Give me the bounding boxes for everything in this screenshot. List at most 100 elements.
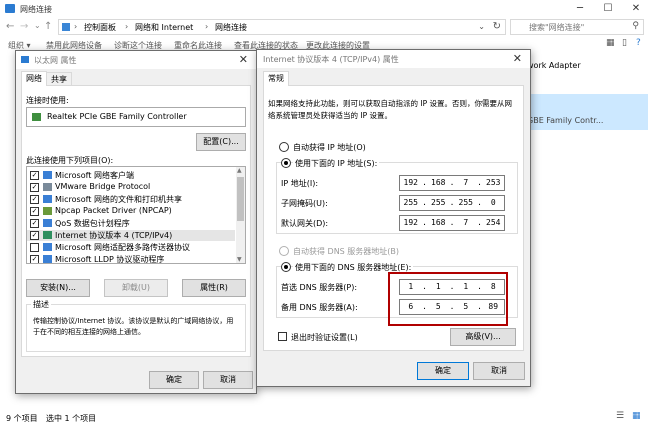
item-checkbox[interactable]: ✓ — [30, 183, 39, 192]
gateway-field[interactable]: 192. 168. 7. 254 — [399, 215, 505, 231]
preferred-dns-label: 首选 DNS 服务器(P): — [281, 283, 358, 292]
scroll-down-icon[interactable]: ▼ — [237, 256, 242, 263]
network-component-icon — [43, 207, 52, 215]
item-checkbox[interactable]: ✓ — [30, 231, 39, 240]
tiles-view-icon[interactable]: ▦ — [632, 411, 641, 421]
view-options-icon[interactable]: ▦ — [606, 38, 615, 48]
network-adapter-label[interactable]: work Adapter — [527, 61, 581, 70]
ip-octet-3: 7 — [463, 178, 469, 187]
selected-adapter-label: GBE Family Contr... — [527, 116, 604, 125]
breadcrumb-control-panel[interactable]: 控制面板 — [84, 22, 116, 33]
list-item[interactable]: ✓ Npcap Packet Driver (NPCAP) — [27, 206, 235, 217]
ip-address-field[interactable]: 192. 168. 7. 253 — [399, 175, 505, 191]
gateway-octet-2: 168 — [431, 218, 446, 227]
ipv4-dialog-titlebar: Internet 协议版本 4 (TCP/IPv4) 属性 ✕ — [257, 50, 530, 68]
back-arrow-icon[interactable]: ← — [6, 21, 14, 32]
up-arrow-icon[interactable]: ↑ — [44, 21, 52, 32]
address-row: ← → ⌄ ↑ › 控制面板 › 网络和 Internet › 网络连接 ⌄ ↻… — [0, 18, 650, 36]
tab-sharing[interactable]: 共享 — [46, 72, 72, 86]
recent-dropdown-icon[interactable]: ⌄ — [34, 21, 41, 30]
gateway-octet-4: 254 — [486, 218, 501, 227]
description-group: 描述 传输控制协议/Internet 协议。该协议是默认的广域网络协议，用 于在… — [26, 299, 246, 352]
close-button[interactable]: ✕ — [622, 0, 650, 18]
help-icon[interactable]: ? — [636, 38, 641, 48]
network-folder-icon — [5, 4, 15, 13]
intro-text-line1: 如果网络支持此功能，则可以获取自动指派的 IP 设置。否则，你需要从网 — [268, 99, 513, 108]
ipv4-cancel-button[interactable]: 取消 — [473, 362, 525, 380]
ethernet-properties-dialog: 以太网 属性 ✕ 网络 共享 连接时使用: Realtek PCIe GBE F… — [15, 50, 257, 394]
item-checkbox[interactable]: ✓ — [30, 219, 39, 228]
auto-dns-label[interactable]: 自动获得 DNS 服务器地址(B) — [293, 246, 399, 257]
uninstall-button[interactable]: 卸载(U) — [104, 279, 168, 297]
ipv4-dialog-close-icon[interactable]: ✕ — [513, 52, 522, 65]
gateway-octet-1: 192 — [403, 218, 418, 227]
list-item[interactable]: ✓ Microsoft LLDP 协议驱动程序 — [27, 254, 235, 263]
item-checkbox[interactable]: ✓ — [30, 171, 39, 180]
scroll-thumb[interactable] — [237, 177, 244, 221]
manual-ip-radio[interactable] — [281, 158, 291, 168]
list-item[interactable]: ✓ VMware Bridge Protocol — [27, 182, 235, 193]
manual-dns-radio[interactable] — [281, 262, 291, 272]
search-box[interactable]: 搜索"网络连接" ⚲ — [510, 19, 644, 35]
validate-checkbox[interactable] — [278, 332, 287, 341]
list-scrollbar[interactable]: ▲ ▼ — [236, 167, 245, 263]
auto-ip-label[interactable]: 自动获得 IP 地址(O) — [293, 142, 366, 153]
install-button[interactable]: 安装(N)... — [26, 279, 90, 297]
item-label: VMware Bridge Protocol — [55, 182, 151, 191]
auto-ip-radio[interactable] — [279, 142, 289, 152]
item-checkbox[interactable]: ✓ — [30, 255, 39, 263]
gateway-label: 默认网关(D): — [281, 219, 329, 228]
address-bar[interactable]: › 控制面板 › 网络和 Internet › 网络连接 ⌄ ↻ — [58, 19, 506, 35]
item-label: Microsoft 网络客户端 — [55, 171, 134, 180]
ipv4-ok-button[interactable]: 确定 — [417, 362, 469, 380]
item-checkbox[interactable]: ✓ — [30, 207, 39, 216]
network-component-icon — [43, 219, 52, 227]
intro-text-line2: 络系统管理员处获得适当的 IP 设置。 — [268, 111, 393, 120]
address-dropdown-icon[interactable]: ⌄ — [478, 22, 485, 31]
subnet-mask-field[interactable]: 255. 255. 255. 0 — [399, 195, 505, 211]
network-component-icon — [43, 255, 52, 263]
network-component-icon — [43, 231, 52, 239]
ip-address-label: IP 地址(I): — [281, 179, 319, 188]
item-label: Npcap Packet Driver (NPCAP) — [55, 206, 172, 215]
selected-count: 选中 1 个项目 — [46, 414, 97, 423]
breadcrumb-network-connections[interactable]: 网络连接 — [215, 22, 247, 33]
dns-highlight-box — [388, 272, 508, 326]
ip-octet-2: 168 — [431, 178, 446, 187]
eth-tab-panel: 连接时使用: Realtek PCIe GBE Family Controlle… — [21, 85, 251, 357]
configure-button[interactable]: 配置(C)... — [196, 133, 246, 151]
subnet-mask-label: 子网掩码(U): — [281, 199, 328, 208]
maximize-button[interactable]: ☐ — [594, 0, 622, 18]
advanced-button[interactable]: 高级(V)... — [450, 328, 516, 346]
components-list[interactable]: ✓ Microsoft 网络客户端 ✓ VMware Bridge Protocol ✓… — [26, 166, 246, 264]
list-item[interactable]: ✓ QoS 数据包计划程序 — [27, 218, 235, 229]
list-item[interactable]: ✓ Internet 协议版本 4 (TCP/IPv4) — [27, 230, 235, 241]
tab-general[interactable]: 常规 — [263, 71, 289, 86]
breadcrumb-separator: › — [205, 22, 209, 31]
scroll-up-icon[interactable]: ▲ — [237, 167, 242, 174]
description-text-line2: 于在不同的相互连接的网络上通信。 — [33, 328, 145, 336]
manual-ip-label[interactable]: 使用下面的 IP 地址(S): — [293, 158, 380, 169]
auto-dns-radio[interactable] — [279, 246, 289, 256]
forward-arrow-icon[interactable]: → — [20, 21, 28, 32]
item-checkbox[interactable]: ✓ — [30, 195, 39, 204]
mask-octet-3: 255 — [458, 198, 473, 207]
list-item[interactable]: Microsoft 网络适配器多路传送器协议 — [27, 242, 235, 253]
eth-cancel-button[interactable]: 取消 — [203, 371, 253, 389]
list-item[interactable]: ✓ Microsoft 网络客户端 — [27, 170, 235, 181]
preview-pane-icon[interactable]: ▯ — [622, 38, 627, 48]
eth-ok-button[interactable]: 确定 — [149, 371, 199, 389]
eth-dialog-close-icon[interactable]: ✕ — [239, 53, 248, 66]
refresh-icon[interactable]: ↻ — [493, 21, 501, 32]
network-component-icon — [43, 171, 52, 179]
network-component-icon — [43, 195, 52, 203]
breadcrumb-network-internet[interactable]: 网络和 Internet — [135, 22, 193, 33]
minimize-button[interactable]: ─ — [566, 0, 594, 18]
item-checkbox[interactable] — [30, 243, 39, 252]
validate-label[interactable]: 退出时验证设置(L) — [291, 332, 358, 343]
tab-network[interactable]: 网络 — [21, 71, 47, 86]
properties-button[interactable]: 属性(R) — [182, 279, 246, 297]
alternate-dns-label: 备用 DNS 服务器(A): — [281, 303, 358, 312]
details-view-icon[interactable]: ☰ — [616, 411, 624, 421]
list-item[interactable]: ✓ Microsoft 网络的文件和打印机共享 — [27, 194, 235, 205]
